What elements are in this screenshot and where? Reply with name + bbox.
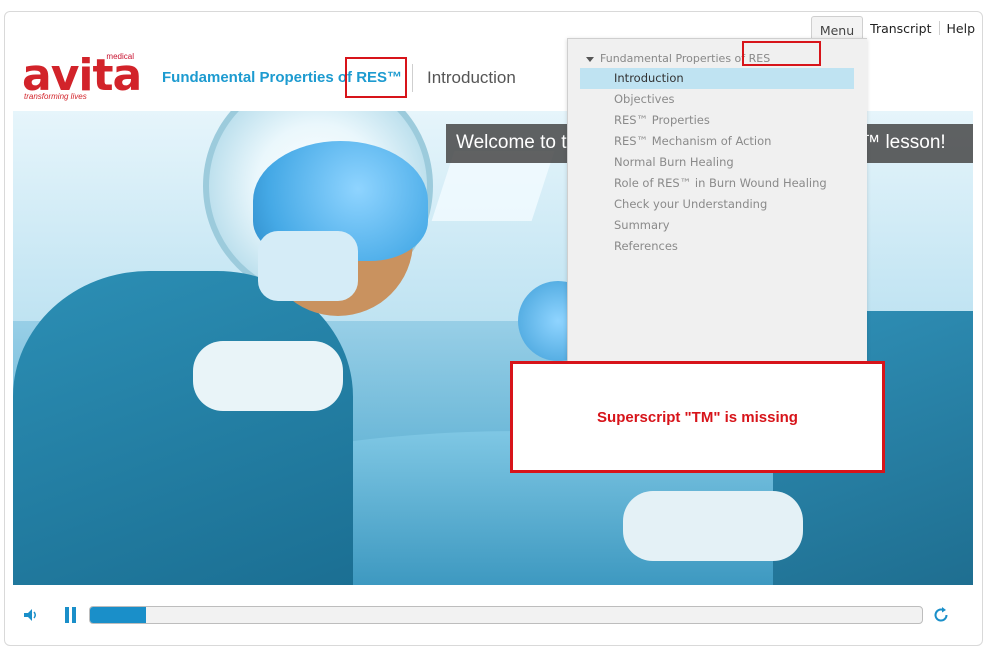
menu-item-role-of-res[interactable]: Role of RES™ in Burn Wound Healing <box>580 173 854 194</box>
lesson-title: Introduction <box>427 68 516 87</box>
annotation-text: Superscript "TM" is missing <box>597 408 798 426</box>
speaker-icon[interactable] <box>23 608 39 622</box>
avita-logo: medical avita transforming lives <box>22 48 142 104</box>
annotation-box-title <box>345 57 407 98</box>
replay-icon[interactable] <box>932 606 950 624</box>
pause-button[interactable] <box>64 607 78 623</box>
main-surgeon-body <box>13 271 353 585</box>
transcript-link[interactable]: Transcript <box>863 16 938 40</box>
right-surgeon-hand <box>623 491 803 561</box>
header-divider <box>412 64 413 92</box>
progress-bar[interactable] <box>89 606 923 624</box>
expand-triangle-icon <box>586 56 594 62</box>
surgical-mask <box>258 231 358 301</box>
menu-item-res-properties[interactable]: RES™ Properties <box>580 110 854 131</box>
menu-list: Introduction Objectives RES™ Properties … <box>580 68 854 257</box>
main-surgeon-hand <box>193 341 343 411</box>
help-link[interactable]: Help <box>940 16 983 40</box>
annotation-callout: Superscript "TM" is missing <box>510 361 885 473</box>
menu-item-summary[interactable]: Summary <box>580 215 854 236</box>
annotation-box-menu <box>742 41 821 66</box>
progress-fill <box>90 607 146 623</box>
menu-item-normal-burn-healing[interactable]: Normal Burn Healing <box>580 152 854 173</box>
logo-tagline: transforming lives <box>24 92 87 101</box>
menu-panel: Fundamental Properties of RES Introducti… <box>567 38 867 368</box>
top-navigation: Menu Transcript Help <box>810 16 983 44</box>
menu-item-check-understanding[interactable]: Check your Understanding <box>580 194 854 215</box>
menu-item-references[interactable]: References <box>580 236 854 257</box>
player-controls <box>13 600 973 630</box>
menu-item-introduction[interactable]: Introduction <box>580 68 854 89</box>
menu-item-res-mechanism[interactable]: RES™ Mechanism of Action <box>580 131 854 152</box>
menu-item-objectives[interactable]: Objectives <box>580 89 854 110</box>
